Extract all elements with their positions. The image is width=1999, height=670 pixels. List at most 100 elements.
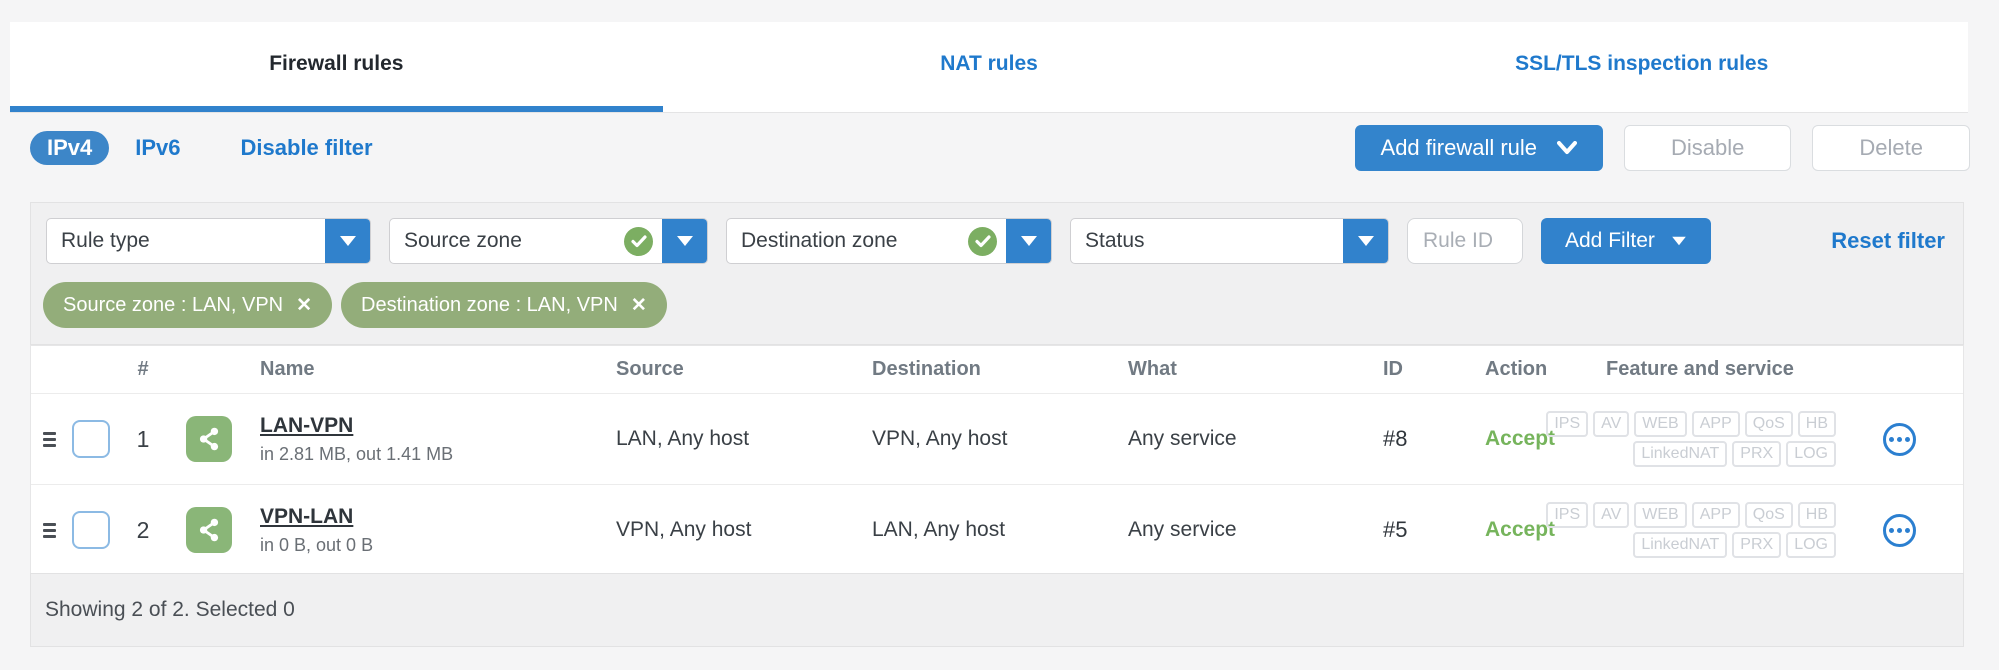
- filter-row: Rule type Source zone Destination zone S…: [31, 203, 1963, 264]
- add-filter-label: Add Filter: [1565, 229, 1655, 252]
- feature-badge: WEB: [1634, 502, 1687, 528]
- status-select-label: Status: [1085, 229, 1145, 252]
- rule-type-select-label: Rule type: [61, 229, 150, 252]
- table-header-row: # Name Source Destination What ID Action…: [31, 346, 1963, 394]
- header-number: #: [137, 358, 149, 380]
- header-source: Source: [616, 358, 684, 380]
- feature-badge: APP: [1691, 411, 1740, 437]
- rule-name-link[interactable]: VPN-LAN: [260, 505, 353, 529]
- remove-chip-icon[interactable]: ✕: [631, 296, 647, 315]
- header-action: Action: [1485, 358, 1548, 380]
- share-rule-icon: [186, 416, 232, 462]
- source-zone-dropdown-button[interactable]: [662, 219, 707, 263]
- feature-badges: IPS AV WEB APP QoS HB LinkedNAT PRX LOG: [1546, 502, 1836, 558]
- feature-badge: AV: [1593, 502, 1630, 528]
- row-more-actions-button[interactable]: [1883, 513, 1916, 547]
- caret-down-icon: [339, 236, 356, 246]
- drag-handle-icon[interactable]: [39, 519, 60, 542]
- rule-id: #5: [1383, 517, 1408, 542]
- toolbar: IPv4 IPv6 Disable filter Add firewall ru…: [30, 124, 1970, 172]
- rule-type-select[interactable]: Rule type: [46, 218, 371, 264]
- drag-handle-icon[interactable]: [39, 428, 60, 451]
- status-select[interactable]: Status: [1070, 218, 1389, 264]
- disable-filter-link[interactable]: Disable filter: [241, 135, 373, 161]
- rule-destination: LAN, Any host: [872, 518, 1006, 541]
- firewall-rules-page: Firewall rules NAT rules SSL/TLS inspect…: [0, 0, 1999, 670]
- header-feature-and-service: Feature and service: [1606, 358, 1794, 380]
- add-firewall-rule-button[interactable]: Add firewall rule: [1354, 125, 1604, 171]
- row-checkbox[interactable]: [72, 420, 110, 458]
- feature-badge: HB: [1797, 411, 1836, 437]
- rule-what: Any service: [1128, 518, 1237, 541]
- ipv6-toggle[interactable]: IPv6: [135, 135, 180, 161]
- feature-badge: LOG: [1786, 441, 1836, 467]
- header-destination: Destination: [872, 358, 981, 380]
- rule-type-dropdown-button[interactable]: [325, 219, 370, 263]
- caret-down-icon: [676, 236, 693, 246]
- tab-firewall-rules[interactable]: Firewall rules: [10, 22, 663, 112]
- remove-chip-icon[interactable]: ✕: [296, 296, 312, 315]
- feature-badge: LOG: [1786, 532, 1836, 558]
- feature-badge: WEB: [1634, 411, 1687, 437]
- rule-what: Any service: [1128, 427, 1237, 450]
- rule-source: VPN, Any host: [616, 518, 752, 541]
- source-zone-select-label: Source zone: [404, 229, 522, 252]
- status-dropdown-button[interactable]: [1343, 219, 1388, 263]
- feature-badges: IPS AV WEB APP QoS HB LinkedNAT PRX LOG: [1546, 411, 1836, 467]
- rule-name-link[interactable]: LAN-VPN: [260, 414, 353, 438]
- filter-chip-label: Source zone : LAN, VPN: [63, 293, 284, 316]
- filter-chip-source-zone: Source zone : LAN, VPN ✕: [43, 282, 333, 328]
- table-row: 2 VPN-LAN in 0 B, out 0 B VPN, Any host …: [31, 485, 1963, 576]
- check-circle-icon: [624, 226, 653, 256]
- rule-destination: VPN, Any host: [872, 427, 1008, 450]
- row-number: 1: [136, 425, 150, 452]
- source-zone-select[interactable]: Source zone: [389, 218, 708, 264]
- caret-down-icon: [1672, 236, 1686, 246]
- row-checkbox[interactable]: [72, 511, 110, 549]
- filter-chip-destination-zone: Destination zone : LAN, VPN ✕: [341, 282, 667, 328]
- caret-down-icon: [1020, 236, 1037, 246]
- feature-badge: PRX: [1732, 441, 1782, 467]
- rule-traffic-stats: in 0 B, out 0 B: [260, 534, 374, 555]
- tab-bar: Firewall rules NAT rules SSL/TLS inspect…: [10, 22, 1968, 113]
- destination-zone-select[interactable]: Destination zone: [726, 218, 1052, 264]
- feature-badge: HB: [1797, 502, 1836, 528]
- tab-nat-rules[interactable]: NAT rules: [663, 22, 1316, 112]
- row-more-actions-button[interactable]: [1883, 422, 1916, 456]
- feature-badge: APP: [1691, 502, 1740, 528]
- ipv4-toggle[interactable]: IPv4: [30, 131, 110, 165]
- feature-badge: LinkedNAT: [1633, 532, 1728, 558]
- header-what: What: [1128, 358, 1177, 380]
- rule-traffic-stats: in 2.81 MB, out 1.41 MB: [260, 443, 454, 464]
- destination-zone-dropdown-button[interactable]: [1006, 219, 1051, 263]
- rule-id: #8: [1383, 426, 1408, 451]
- table-summary: Showing 2 of 2. Selected 0: [45, 598, 295, 621]
- feature-badge: QoS: [1744, 502, 1793, 528]
- feature-badge: LinkedNAT: [1633, 441, 1728, 467]
- check-circle-icon: [968, 226, 997, 256]
- tab-ssl-tls-inspection-rules[interactable]: SSL/TLS inspection rules: [1315, 22, 1968, 112]
- header-id: ID: [1383, 358, 1403, 380]
- rule-id-input[interactable]: [1407, 218, 1523, 264]
- chevron-down-icon: [1557, 141, 1578, 155]
- feature-badge: PRX: [1732, 532, 1782, 558]
- feature-badge: AV: [1593, 411, 1630, 437]
- row-number: 2: [136, 516, 150, 543]
- reset-filter-link[interactable]: Reset filter: [1831, 228, 1949, 254]
- add-filter-button[interactable]: Add Filter: [1541, 218, 1711, 264]
- delete-button[interactable]: Delete: [1812, 125, 1970, 171]
- rule-source: LAN, Any host: [616, 427, 750, 450]
- feature-badge: QoS: [1744, 411, 1793, 437]
- add-firewall-rule-label: Add firewall rule: [1380, 135, 1538, 160]
- filter-chip-label: Destination zone : LAN, VPN: [361, 293, 618, 316]
- firewall-rules-table: # Name Source Destination What ID Action…: [30, 345, 1964, 576]
- disable-button[interactable]: Disable: [1624, 125, 1792, 171]
- table-footer: Showing 2 of 2. Selected 0: [30, 573, 1964, 647]
- destination-zone-select-label: Destination zone: [741, 229, 898, 252]
- share-rule-icon: [186, 507, 232, 553]
- feature-badge: IPS: [1546, 411, 1589, 437]
- feature-badge: IPS: [1546, 502, 1589, 528]
- toolbar-actions: Add firewall rule Disable Delete: [1354, 125, 1970, 171]
- filter-panel: Rule type Source zone Destination zone S…: [30, 202, 1964, 345]
- caret-down-icon: [1357, 236, 1374, 246]
